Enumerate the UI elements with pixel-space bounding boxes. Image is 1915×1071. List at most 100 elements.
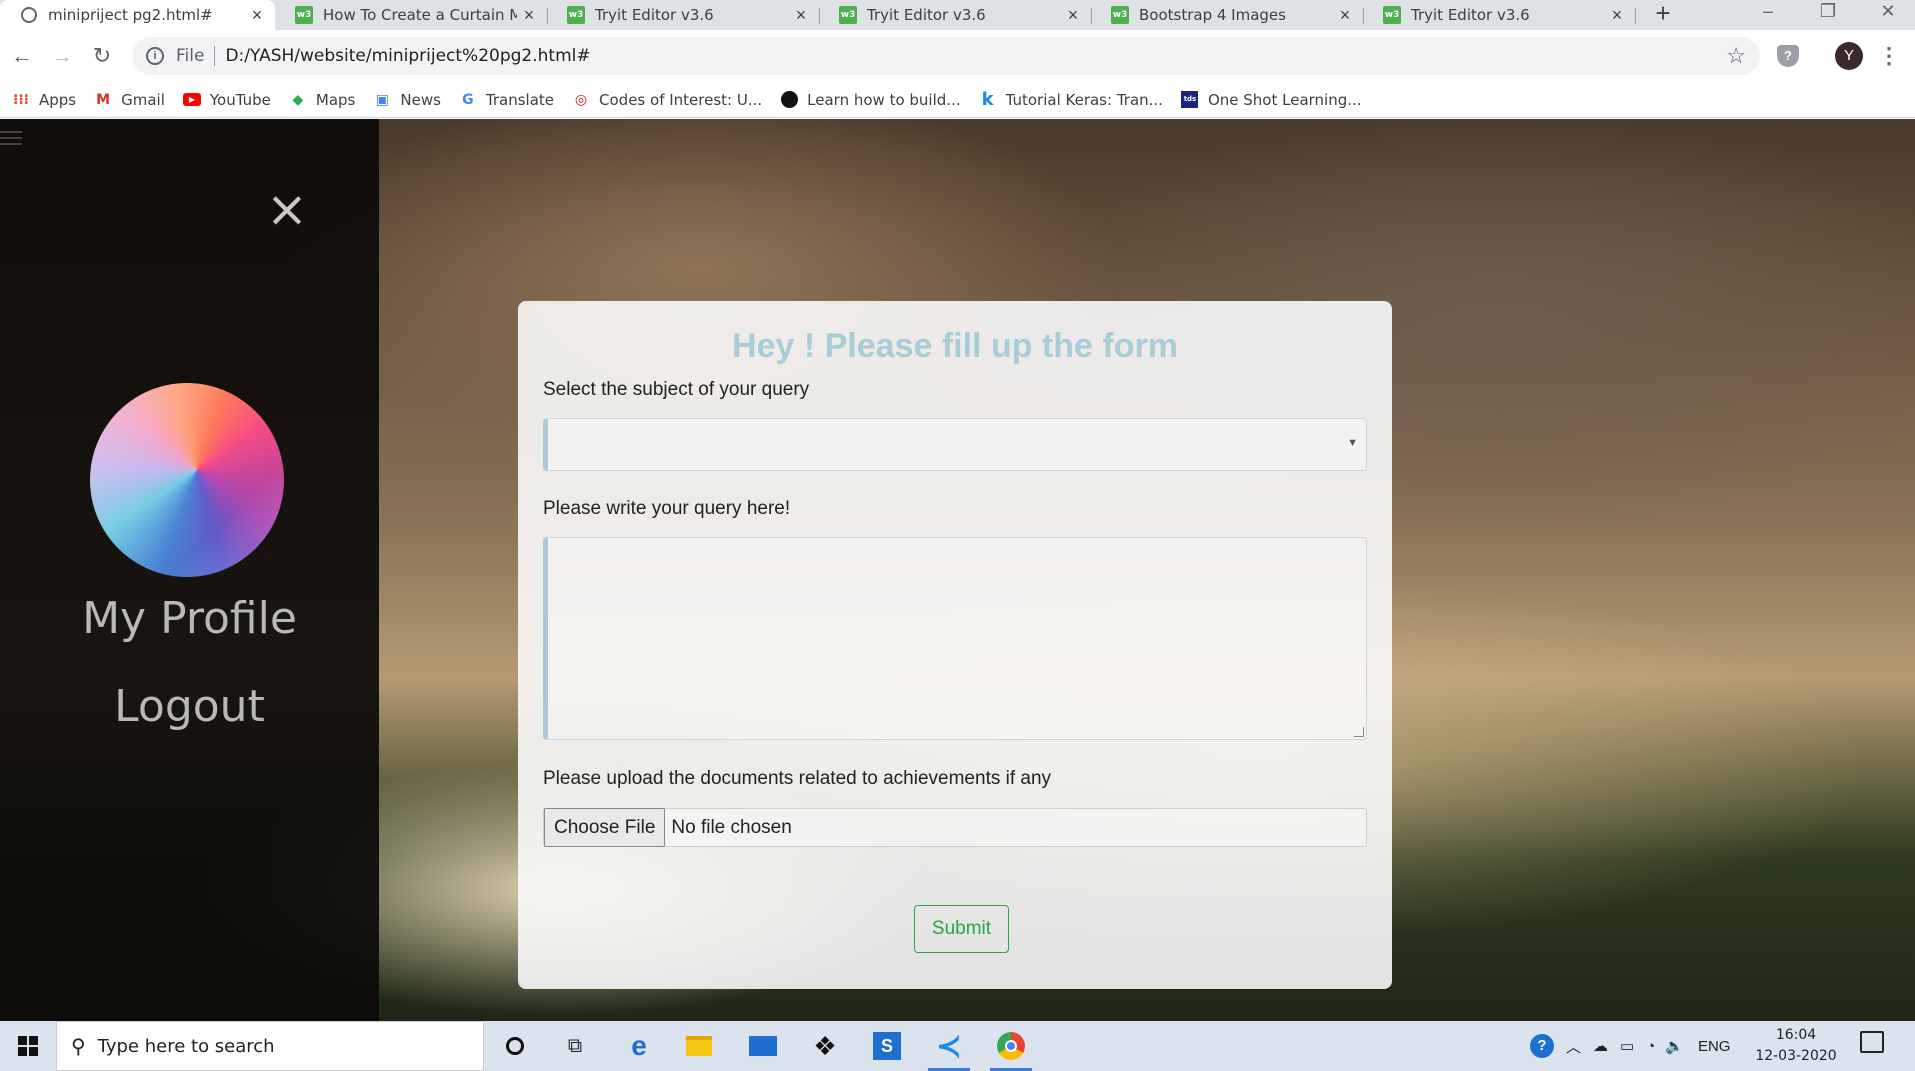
new-tab-button[interactable]: + bbox=[1648, 0, 1678, 30]
file-input[interactable]: Choose File No file chosen bbox=[543, 808, 1367, 847]
window-close-icon[interactable]: ✕ bbox=[1865, 0, 1911, 30]
query-form-card: Hey ! Please fill up the form Select the… bbox=[518, 301, 1392, 989]
tab-title: Tryit Editor v3.6 bbox=[1411, 6, 1530, 24]
maps-icon: ◆ bbox=[292, 91, 304, 108]
address-bar[interactable]: i File D:/YASH/website/minipriject%20pg2… bbox=[132, 37, 1760, 75]
w3schools-icon: w3 bbox=[839, 6, 857, 24]
forward-icon[interactable]: → bbox=[48, 42, 76, 70]
w3schools-icon: w3 bbox=[1383, 6, 1401, 24]
taskbar-search[interactable]: ⚲ Type here to search bbox=[56, 1021, 484, 1071]
address-url[interactable]: D:/YASH/website/minipriject%20pg2.html# bbox=[225, 46, 590, 66]
file-status-text: No file chosen bbox=[671, 816, 792, 838]
close-tab-icon[interactable]: × bbox=[1605, 5, 1629, 26]
start-button[interactable] bbox=[0, 1021, 56, 1071]
close-sidenav-icon[interactable]: × bbox=[265, 184, 309, 234]
system-clock[interactable]: 16:04 12-03-2020 bbox=[1754, 1025, 1838, 1067]
tab-minipriject[interactable]: minipriject pg2.html# × bbox=[0, 0, 275, 30]
tab-title: Tryit Editor v3.6 bbox=[867, 6, 986, 24]
bookmark-label: Gmail bbox=[121, 90, 165, 109]
resize-handle-icon[interactable] bbox=[1354, 727, 1364, 737]
chevron-up-icon[interactable]: ︿ bbox=[1566, 1036, 1581, 1057]
close-tab-icon[interactable]: × bbox=[245, 5, 269, 26]
profile-avatar[interactable]: Y bbox=[1835, 42, 1863, 70]
address-divider bbox=[214, 46, 216, 66]
github-icon bbox=[780, 91, 798, 109]
restore-icon[interactable]: ❐ bbox=[1805, 0, 1851, 30]
bookmark-learn-how[interactable]: Learn how to build... bbox=[780, 91, 961, 109]
close-tab-icon[interactable]: × bbox=[517, 5, 541, 26]
bookmark-label: Apps bbox=[39, 90, 77, 109]
extension-shield-icon[interactable]: ? bbox=[1777, 45, 1799, 67]
tab-tryit-editor-2[interactable]: w3 Tryit Editor v3.6 × bbox=[819, 0, 1092, 30]
bookmark-star-icon[interactable]: ☆ bbox=[1726, 43, 1746, 69]
notification-center-icon[interactable] bbox=[1860, 1031, 1884, 1053]
search-placeholder: Type here to search bbox=[97, 1035, 275, 1057]
bookmark-codes-of-interest[interactable]: ◎ Codes of Interest: U... bbox=[572, 91, 762, 109]
side-navigation: × My Profile Logout bbox=[0, 119, 379, 1021]
news-icon: ▣ bbox=[375, 91, 389, 108]
sway-icon[interactable]: S bbox=[862, 1021, 912, 1071]
tab-curtain-menu[interactable]: w3 How To Create a Curtain Me × bbox=[275, 0, 548, 30]
bookmark-maps[interactable]: ◆ Maps bbox=[289, 90, 356, 109]
bookmark-tutorial-keras[interactable]: k Tutorial Keras: Tran... bbox=[979, 89, 1163, 110]
wifi-icon[interactable]: ◔ bbox=[1646, 1038, 1655, 1055]
subject-select[interactable]: ▼ bbox=[543, 418, 1367, 471]
help-icon[interactable]: ? bbox=[1530, 1034, 1554, 1058]
bookmark-label: YouTube bbox=[209, 90, 271, 109]
query-textarea[interactable] bbox=[543, 537, 1367, 740]
bookmark-apps[interactable]: ⁝⁝⁝ Apps bbox=[12, 91, 76, 109]
file-explorer-icon[interactable] bbox=[674, 1021, 724, 1071]
edge-icon[interactable]: e bbox=[614, 1021, 664, 1071]
tab-tryit-editor-1[interactable]: w3 Tryit Editor v3.6 × bbox=[547, 0, 820, 30]
w3schools-icon: w3 bbox=[1111, 6, 1129, 24]
bookmark-gmail[interactable]: M Gmail bbox=[94, 91, 165, 109]
back-icon[interactable]: ← bbox=[8, 42, 36, 70]
choose-file-button[interactable]: Choose File bbox=[544, 808, 666, 847]
my-profile-link[interactable]: My Profile bbox=[0, 593, 379, 644]
chrome-icon[interactable] bbox=[986, 1021, 1036, 1071]
minimize-icon[interactable]: – bbox=[1745, 0, 1791, 30]
apps-grid-icon: ⁝⁝⁝ bbox=[13, 91, 29, 108]
close-tab-icon[interactable]: × bbox=[1333, 5, 1357, 26]
tab-tryit-editor-3[interactable]: w3 Tryit Editor v3.6 × bbox=[1363, 0, 1636, 30]
kaggle-icon: k bbox=[981, 89, 994, 110]
subject-label: Select the subject of your query bbox=[543, 379, 810, 400]
logout-link[interactable]: Logout bbox=[0, 681, 379, 732]
windows-logo-icon bbox=[18, 1036, 38, 1056]
globe-icon bbox=[20, 6, 38, 24]
language-indicator[interactable]: ENG bbox=[1698, 1038, 1731, 1055]
onedrive-icon[interactable]: ☁ bbox=[1593, 1037, 1608, 1055]
w3schools-icon: w3 bbox=[295, 6, 313, 24]
clock-time: 16:04 bbox=[1775, 1027, 1817, 1043]
clock-date: 12-03-2020 bbox=[1755, 1048, 1837, 1064]
battery-icon[interactable]: ▭ bbox=[1620, 1037, 1634, 1055]
query-label: Please write your query here! bbox=[543, 498, 791, 519]
dropbox-icon[interactable]: ❖ bbox=[800, 1021, 850, 1071]
volume-icon[interactable]: 🔈 bbox=[1665, 1037, 1684, 1055]
mail-icon[interactable] bbox=[738, 1021, 788, 1071]
hamburger-icon[interactable] bbox=[0, 127, 22, 147]
bookmark-one-shot[interactable]: tds One Shot Learning... bbox=[1181, 91, 1362, 109]
bookmark-youtube[interactable]: ▶ YouTube bbox=[182, 90, 271, 109]
close-tab-icon[interactable]: × bbox=[789, 5, 813, 26]
cortana-icon[interactable] bbox=[490, 1021, 540, 1071]
submit-button[interactable]: Submit bbox=[914, 905, 1009, 953]
more-menu-icon[interactable]: ⋮ bbox=[1878, 42, 1900, 70]
bookmark-label: Codes of Interest: U... bbox=[599, 90, 763, 109]
task-view-icon[interactable]: ⧉ bbox=[550, 1021, 600, 1071]
tab-strip: minipriject pg2.html# × w3 How To Create… bbox=[0, 0, 1915, 30]
vscode-icon[interactable]: ≺ bbox=[924, 1021, 974, 1071]
bookmark-label: Maps bbox=[315, 90, 356, 109]
form-title: Hey ! Please fill up the form bbox=[732, 327, 1178, 365]
tab-title: Tryit Editor v3.6 bbox=[595, 6, 714, 24]
bookmark-translate[interactable]: G Translate bbox=[459, 91, 554, 109]
reload-icon[interactable]: ↻ bbox=[88, 42, 116, 70]
tab-title: Bootstrap 4 Images bbox=[1139, 6, 1286, 24]
bookmark-news[interactable]: ▣ News bbox=[373, 91, 441, 109]
tds-icon: tds bbox=[1181, 91, 1199, 109]
codes-of-interest-icon: ◎ bbox=[574, 91, 588, 108]
tab-bootstrap-images[interactable]: w3 Bootstrap 4 Images × bbox=[1091, 0, 1364, 30]
close-tab-icon[interactable]: × bbox=[1061, 5, 1085, 26]
w3schools-icon: w3 bbox=[567, 6, 585, 24]
info-icon[interactable]: i bbox=[146, 47, 164, 65]
